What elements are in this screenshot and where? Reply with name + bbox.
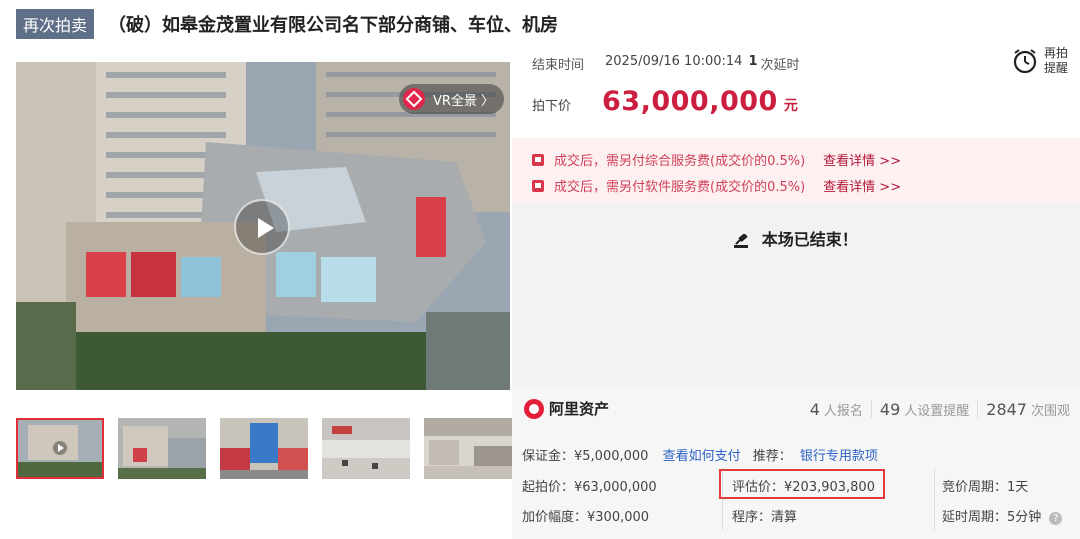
remind-button[interactable]: 再拍提醒 [1012,46,1072,76]
delay-period: 延时周期：5分钟 [942,510,1042,525]
delay-period-row: 延时周期：5分钟 ? [942,506,1063,525]
end-time-row: 结束时间 2025/09/16 10:00:14 1 次延时 [532,54,800,73]
info-header: 阿里资产 4 人报名 49 人设置提醒 2847 次围观 [512,388,1080,432]
thumbnail-image [322,418,410,479]
fee-details-link[interactable]: 查看详情 >> [823,150,901,169]
deposit-value: 保证金：¥5,000,000 [522,449,649,464]
auction-ended-message: 本场已结束！ [512,226,1080,250]
fee-details-link[interactable]: 查看详情 >> [823,176,901,195]
thumbnail-image [118,418,206,479]
how-to-pay-link[interactable]: 查看如何支付 [663,449,741,464]
vr-label: VR全景 〉 [432,93,494,109]
signup-count: 4 [809,400,820,419]
divider [934,468,935,530]
thumbnail-4[interactable] [322,418,410,479]
auction-ended-text: 本场已结束！ [761,230,858,249]
auction-details-grid: 保证金：¥5,000,000 查看如何支付 推荐： 银行专用款项 起拍价：¥63… [512,432,1080,539]
fee-notice-text: 成交后，需另付软件服务费(成交价的0.5%) [554,180,806,195]
delay-count: 1 [748,54,758,69]
thumbnail-2[interactable] [118,418,206,479]
bid-period: 竞价周期：1天 [942,480,1029,495]
notice-icon [532,153,544,166]
deposit-row: 保证金：¥5,000,000 查看如何支付 推荐： 银行专用款项 [522,445,878,464]
remind-count-label: 人设置提醒 [904,404,970,419]
final-price-label: 拍下价 [532,99,572,114]
alarm-clock-icon [1013,49,1037,74]
view-label: 次围观 [1030,404,1070,419]
final-price-value: 63,000,000 [602,86,778,117]
delay-text: 次延时 [760,58,800,73]
thumbnail-strip [16,418,526,479]
auction-stats: 4 人报名 49 人设置提醒 2847 次围观 [810,400,1070,419]
procedure: 程序：清算 [732,510,798,525]
end-time-label: 结束时间 [532,58,585,73]
thumbnail-image [18,420,102,477]
thumbnail-5[interactable] [424,418,512,479]
thumbnail-image [220,418,308,479]
vr-panorama-button[interactable]: VR全景 〉 [398,84,504,114]
fee-notice-2: 成交后，需另付软件服务费(成交价的0.5%) 查看详情 >> [532,176,901,195]
final-price-unit: 元 [783,98,798,114]
remind-label: 再拍提醒 [1044,46,1069,75]
platform-name: 阿里资产 [549,400,610,418]
fee-notice-box: 成交后，需另付综合服务费(成交价的0.5%) 查看详情 >> 成交后，需另付软件… [512,138,1080,204]
page-title: （破）如皋金茂置业有限公司名下部分商铺、车位、机房 [108,15,559,36]
fee-notice-1: 成交后，需另付综合服务费(成交价的0.5%) 查看详情 >> [532,150,901,169]
platform-brand: 阿里资产 [524,398,609,419]
auction-type-tag: 再次拍卖 [16,9,95,39]
signup-label: 人报名 [823,404,863,419]
bid-increment: 加价幅度：¥300,000 [522,510,650,525]
thumbnail-1[interactable] [16,418,104,479]
auction-ended-box: 本场已结束！ [512,204,1080,388]
fee-notice-text: 成交后，需另付综合服务费(成交价的0.5%) [554,154,806,169]
title-row: 再次拍卖 （破）如皋金茂置业有限公司名下部分商铺、车位、机房 [16,9,559,39]
divider [870,400,872,418]
thumbnail-image [424,418,512,479]
final-price-row: 拍下价 63,000,000 元 [532,86,798,117]
remind-count: 49 [879,400,901,419]
gavel-icon [734,233,749,248]
notice-icon [532,179,544,192]
bank-account-link[interactable]: 银行专用款项 [800,449,878,464]
thumbnail-3[interactable] [220,418,308,479]
appraisal-highlight-box [719,469,885,499]
recommend-label: 推荐： [752,449,792,464]
end-time-value: 2025/09/16 10:00:14 [605,54,743,69]
main-property-image[interactable]: VR全景 〉 [16,62,510,390]
ali-assets-logo-icon [524,398,544,419]
play-video-icon[interactable] [234,199,290,255]
view-count: 2847 [986,400,1027,419]
start-price: 起拍价：¥63,000,000 [522,480,657,495]
help-icon[interactable]: ? [1049,512,1063,525]
vr-icon [402,88,425,110]
divider [977,400,979,418]
